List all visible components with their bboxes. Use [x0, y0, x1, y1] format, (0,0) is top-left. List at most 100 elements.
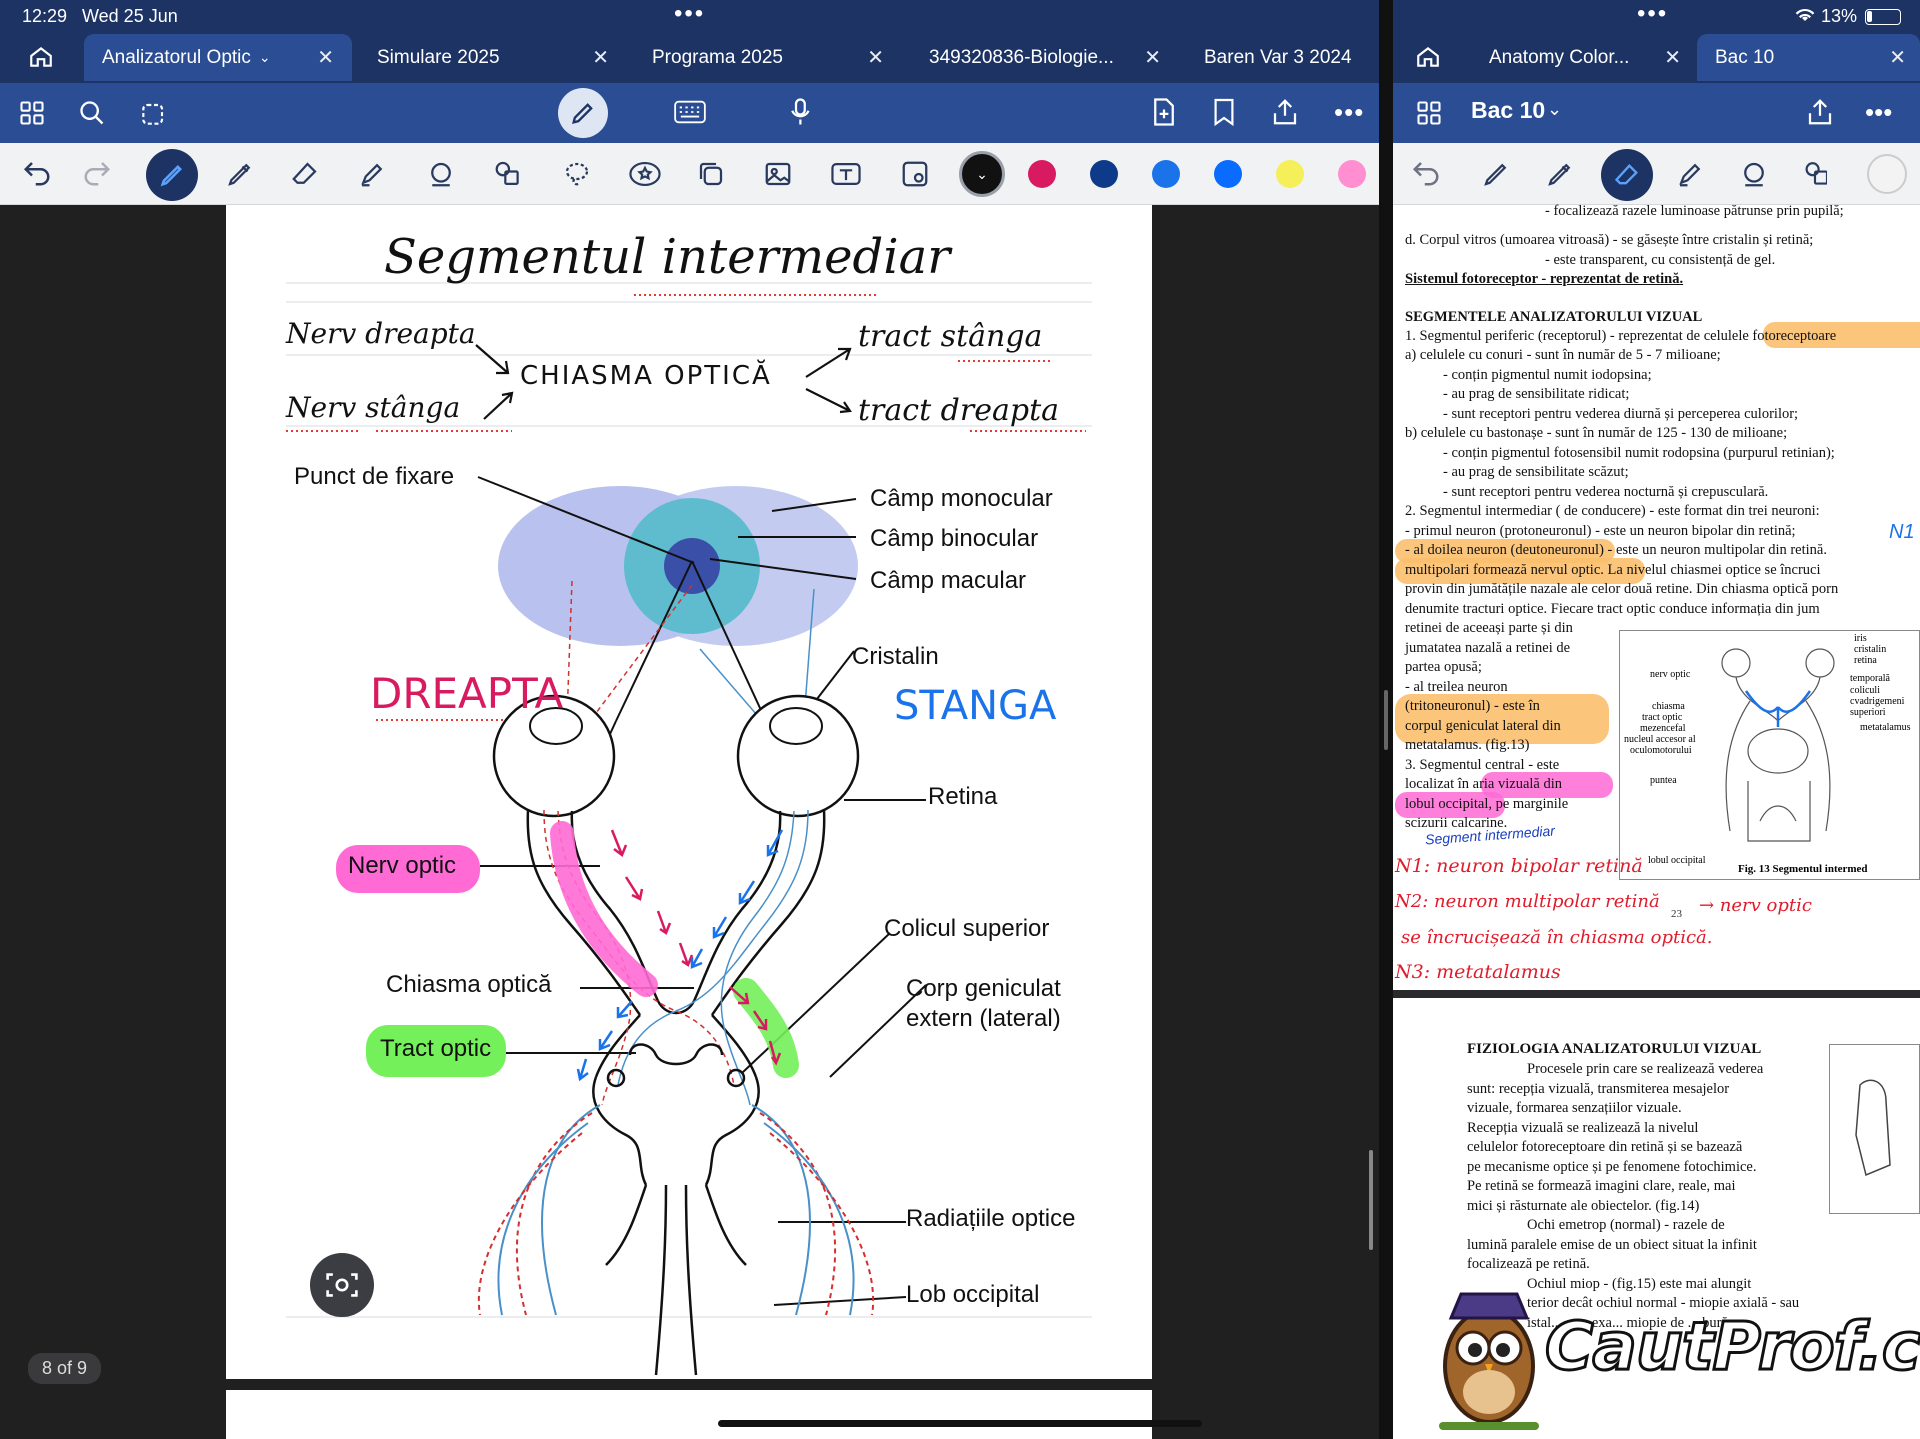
pen-tool-icon[interactable]: [1481, 159, 1511, 189]
doc-line: - conțin pigmentul numit iodopsina;: [1443, 367, 1652, 383]
note-stanga: STANGA: [894, 683, 1057, 729]
color-black-selected[interactable]: ⌄: [959, 151, 1005, 197]
eraser-icon[interactable]: [290, 159, 320, 189]
more-icon[interactable]: •••: [1334, 97, 1364, 128]
sticker-icon[interactable]: [628, 159, 662, 189]
left-top-bar: 12:29 Wed 25 Jun ••• Analizatorul Optic …: [0, 0, 1379, 83]
right-pen-toolbar: [1393, 143, 1920, 205]
fig-label: oculomotorului: [1630, 745, 1692, 756]
multitask-dots[interactable]: •••: [1637, 0, 1668, 28]
lasso-icon[interactable]: [562, 159, 592, 189]
color-swatch-navy[interactable]: [1090, 160, 1118, 188]
home-icon[interactable]: [1415, 44, 1441, 70]
label-cristalin: Cristalin: [852, 643, 939, 670]
chevron-down-icon[interactable]: ⌄: [1547, 99, 1562, 120]
home-icon[interactable]: [28, 44, 54, 70]
watermark-text: CautProf.com: [1543, 1307, 1920, 1387]
close-icon[interactable]: ✕: [592, 45, 609, 70]
pencil-icon[interactable]: [1545, 159, 1575, 189]
tab-label: Anatomy Color...: [1489, 46, 1630, 68]
search-icon[interactable]: [78, 99, 106, 127]
tab-anatomy-color[interactable]: Anatomy Color... ✕: [1471, 34, 1693, 81]
image-icon[interactable]: [763, 159, 793, 189]
right-main-toolbar: Bac 10 ⌄ •••: [1393, 83, 1920, 143]
right-top-bar: ••• 13% Anatomy Color... ✕ Bac 10 ✕: [1393, 0, 1920, 83]
note-page[interactable]: Segmentul intermediar Nerv dreapta Nerv …: [226, 205, 1152, 1379]
shape-tool-icon[interactable]: [1739, 159, 1769, 189]
color-swatch-white[interactable]: [1867, 154, 1907, 194]
close-icon[interactable]: ✕: [1889, 45, 1906, 70]
tab-analizatorul-optic[interactable]: Analizatorul Optic ⌄ ✕: [84, 34, 352, 81]
copy-icon[interactable]: [696, 159, 726, 189]
pen-mode-icon[interactable]: [558, 88, 608, 138]
doc-heading: SEGMENTELE ANALIZATORULUI VIZUAL: [1405, 309, 1703, 325]
doc-title[interactable]: Bac 10: [1471, 97, 1545, 124]
tab-biologie[interactable]: 349320836-Biologie... ✕: [911, 34, 1179, 81]
multitask-dots[interactable]: •••: [674, 0, 705, 28]
split-divider[interactable]: [1379, 0, 1393, 1439]
microphone-icon[interactable]: [786, 97, 816, 127]
doc-line: retinei de aceeași parte și din: [1405, 620, 1573, 636]
grid-icon[interactable]: [1415, 99, 1443, 127]
fig-label: puntea: [1650, 775, 1677, 786]
share-icon[interactable]: [1270, 97, 1300, 127]
shape-tool-icon[interactable]: [426, 159, 456, 189]
label-corp-geniculat: Corp geniculat: [906, 975, 1061, 1002]
tab-label: Bac 10: [1715, 46, 1775, 68]
color-swatch-red[interactable]: [1028, 160, 1056, 188]
pen-tool-icon[interactable]: [146, 149, 198, 201]
left-pen-toolbar: ⌄: [0, 143, 1379, 205]
elements-icon[interactable]: [1803, 159, 1827, 189]
ai-lasso-icon[interactable]: [138, 97, 170, 129]
tab-simulare-2025[interactable]: Simulare 2025 ✕: [359, 34, 627, 81]
left-main-toolbar: •••: [0, 83, 1379, 143]
doc-line: 1. Segmentul periferic (receptorul) - re…: [1405, 328, 1837, 344]
tab-bac-10[interactable]: Bac 10 ✕: [1697, 34, 1920, 81]
close-icon[interactable]: ✕: [1664, 45, 1681, 70]
scrollbar-thumb[interactable]: [1369, 1150, 1373, 1250]
chevron-down-icon[interactable]: ⌄: [259, 49, 271, 66]
bookmark-icon[interactable]: [1212, 97, 1236, 127]
close-icon[interactable]: ✕: [317, 45, 334, 70]
doc-line: - este transparent, cu consistență de ge…: [1545, 252, 1776, 268]
tab-programa-2025[interactable]: Programa 2025 ✕: [634, 34, 902, 81]
close-icon[interactable]: ✕: [1144, 45, 1161, 70]
pencil-icon[interactable]: [225, 159, 255, 189]
highlighter-icon[interactable]: [1675, 159, 1705, 189]
text-box-icon[interactable]: [830, 159, 862, 189]
doc-page-1[interactable]: - focalizează razele luminoase pătrunse …: [1393, 203, 1920, 990]
tab-label: Programa 2025: [652, 46, 783, 68]
home-indicator[interactable]: [718, 1420, 1202, 1427]
fig-label: temporală: [1850, 673, 1890, 684]
doc-line: vizuale, formarea senzațiilor vizuale.: [1467, 1100, 1682, 1116]
elements-icon[interactable]: [493, 159, 525, 189]
undo-icon[interactable]: [1411, 160, 1441, 186]
tab-baren-var-3[interactable]: Baren Var 3 2024: [1186, 34, 1376, 81]
doc-line: Sistemul fotoreceptor - reprezentat de r…: [1405, 271, 1684, 287]
note-nerv-dreapta: Nerv dreapta: [286, 317, 476, 350]
color-swatch-bright-blue[interactable]: [1214, 160, 1242, 188]
cautprof-watermark: CautProf.com: [1429, 1270, 1920, 1439]
color-swatch-yellow[interactable]: [1276, 160, 1304, 188]
doc-line: - au prag de sensibilitate ridicat;: [1443, 386, 1630, 402]
eraser-icon[interactable]: [1601, 149, 1653, 201]
add-page-icon[interactable]: [1150, 97, 1178, 127]
share-icon[interactable]: [1805, 97, 1835, 127]
color-swatch-blue[interactable]: [1152, 160, 1180, 188]
color-swatch-pink[interactable]: [1338, 160, 1366, 188]
visual-lookup-icon[interactable]: [310, 1253, 374, 1317]
doc-line: pe mecanisme optice și pe fenomene fotoc…: [1467, 1159, 1757, 1175]
camera-scan-icon[interactable]: [900, 159, 930, 189]
note-chiasma: CHIASMA OPTICĂ: [520, 361, 772, 391]
highlighter-icon[interactable]: [357, 159, 387, 189]
fig-label: nucleul accesor al: [1624, 734, 1696, 745]
close-icon[interactable]: ✕: [867, 45, 884, 70]
label-chiasma-optica: Chiasma optică: [386, 971, 552, 998]
note-tract-dreapta: tract dreapta: [858, 393, 1060, 428]
doc-line: lobul occipital, pe marginile: [1405, 796, 1569, 812]
undo-icon[interactable]: [22, 160, 52, 186]
grid-icon[interactable]: [18, 99, 46, 127]
keyboard-icon[interactable]: [674, 99, 706, 125]
doc-line: corpul geniculat lateral din: [1405, 718, 1561, 734]
more-icon[interactable]: •••: [1865, 97, 1892, 128]
